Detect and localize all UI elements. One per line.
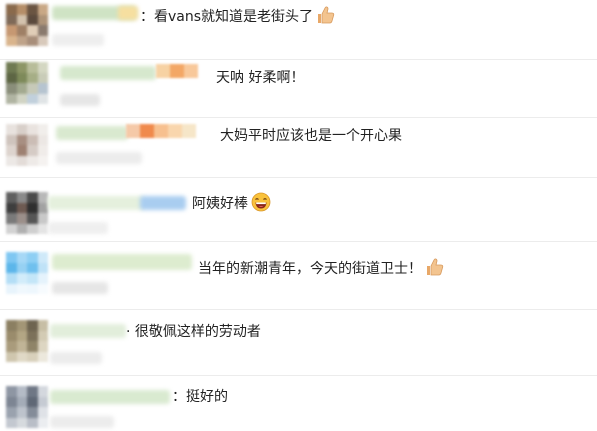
- comment-item: 阿姨好棒: [0, 178, 597, 242]
- avatar[interactable]: [6, 124, 48, 166]
- comment-item: · 很敬佩这样的劳动者: [0, 310, 597, 376]
- comment-item: 天呐 好柔啊！: [0, 60, 597, 118]
- blurred-meta: [50, 352, 102, 364]
- comment-text: · 很敬佩这样的劳动者: [126, 324, 261, 340]
- avatar[interactable]: [6, 4, 48, 46]
- blurred-username-tail: [118, 6, 138, 20]
- comment-text: ：挺好的: [172, 389, 228, 405]
- comment-item: 大妈平时应该也是一个开心果: [0, 118, 597, 178]
- blurred-meta: [50, 416, 114, 428]
- blurred-username-tail: [140, 196, 186, 210]
- blurred-username[interactable]: [48, 196, 144, 210]
- blurred-username[interactable]: [52, 254, 192, 270]
- comment-text: 当年的新潮青年，今天的街道卫士！: [198, 257, 445, 283]
- comment-item: ：看vans就知道是老街头了: [0, 0, 597, 60]
- blurred-username[interactable]: [50, 324, 126, 338]
- blurred-username[interactable]: [60, 66, 156, 80]
- comment-text: 天呐 好柔啊！: [216, 70, 305, 86]
- blurred-meta: [52, 282, 108, 294]
- avatar[interactable]: [6, 62, 48, 104]
- blurred-username-tail: [156, 64, 198, 78]
- comment-text: ：看vans就知道是老街头了: [140, 5, 336, 31]
- blurred-meta: [56, 152, 142, 164]
- laughing-emoji-icon: [251, 192, 271, 218]
- blurred-meta: [52, 34, 104, 46]
- blurred-username[interactable]: [50, 390, 170, 404]
- avatar[interactable]: [6, 252, 48, 294]
- comment-text: 大妈平时应该也是一个开心果: [220, 128, 402, 144]
- blurred-meta: [48, 222, 108, 234]
- blurred-meta: [60, 94, 100, 106]
- avatar[interactable]: [6, 386, 48, 428]
- comment-item: 当年的新潮青年，今天的街道卫士！: [0, 242, 597, 310]
- avatar[interactable]: [6, 192, 48, 234]
- comment-item: ：挺好的: [0, 376, 597, 431]
- thumbs-up-icon: [425, 257, 445, 283]
- comment-text: 阿姨好棒: [192, 192, 271, 218]
- avatar[interactable]: [6, 320, 48, 362]
- blurred-username[interactable]: [56, 126, 128, 140]
- thumbs-up-icon: [316, 5, 336, 31]
- blurred-username-tail: [126, 124, 196, 138]
